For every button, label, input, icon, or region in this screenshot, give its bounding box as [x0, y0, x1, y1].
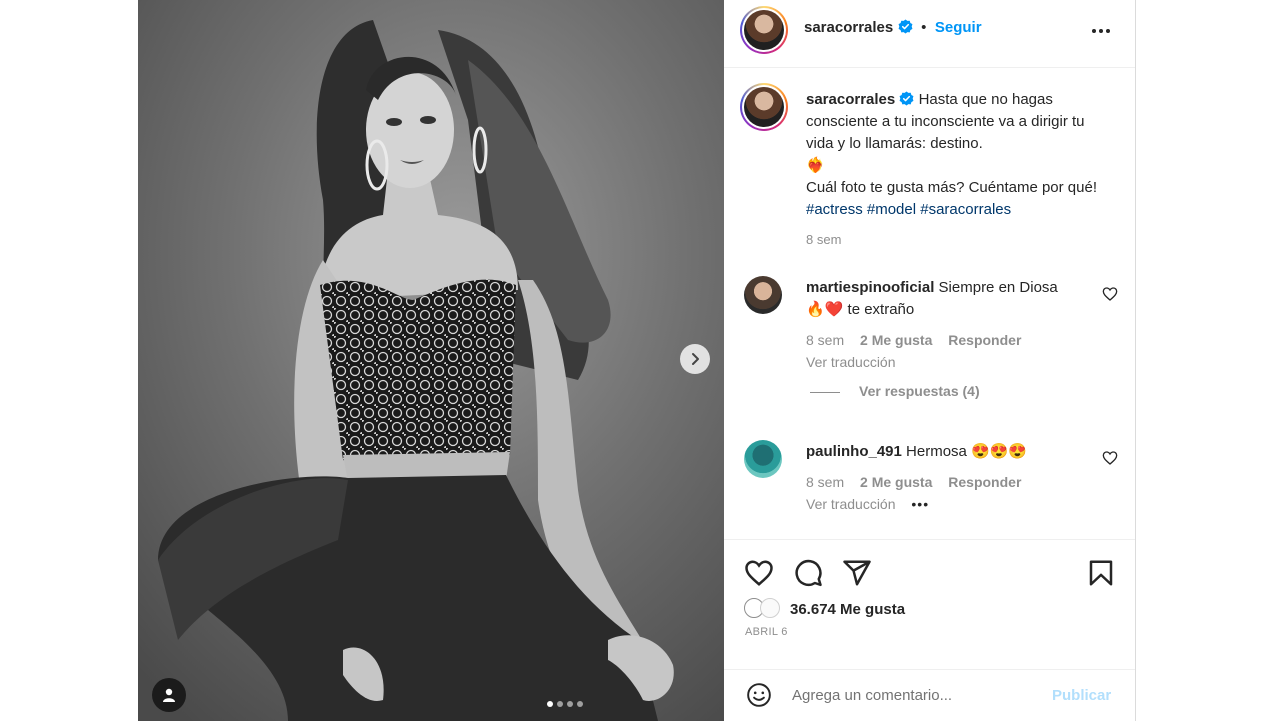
like-heart-icon[interactable] — [744, 558, 774, 588]
comment-bubble-icon[interactable] — [793, 558, 823, 588]
carousel-dot — [547, 701, 553, 707]
more-options-icon[interactable] — [1090, 20, 1112, 42]
caption-emoji: ❤️‍🔥 — [806, 157, 825, 174]
publish-button[interactable]: Publicar — [1052, 687, 1111, 704]
comment-emojis: 😍😍😍 — [971, 443, 1028, 460]
like-comment-heart-icon[interactable] — [1102, 450, 1118, 466]
caption-text: saracorrales Hasta que no hagas conscien… — [806, 89, 1106, 251]
header-separator: • — [921, 19, 927, 36]
translate-link[interactable]: Ver traducción — [806, 496, 896, 512]
commenter-username[interactable]: martiespinooficial — [806, 279, 934, 296]
verified-badge-icon — [899, 91, 914, 106]
commenter-avatar[interactable] — [744, 440, 782, 478]
post-photo[interactable] — [138, 0, 724, 721]
carousel-dots — [547, 701, 583, 707]
post-side-panel: saracorrales • Seguir saracorrales Hasta… — [724, 0, 1136, 721]
instagram-post-view: saracorrales • Seguir saracorrales Hasta… — [0, 0, 1280, 721]
caption-avatar[interactable] — [740, 83, 788, 131]
caption-time[interactable]: 8 sem — [806, 229, 1106, 251]
caption-username[interactable]: saracorrales — [806, 91, 895, 108]
comment-footer: Ver traducción ••• — [806, 493, 1096, 515]
comment-emojis: 🔥❤️ — [806, 301, 844, 318]
comment-text-continued: te extraño — [847, 301, 915, 318]
comment-meta: 8 sem 2 Me gusta Responder — [806, 471, 1096, 493]
hashtag-link[interactable]: #model — [867, 201, 916, 218]
liked-by-avatars[interactable] — [744, 598, 784, 618]
replies-divider — [810, 392, 840, 393]
comment-time[interactable]: 8 sem — [806, 474, 844, 490]
comment-body: martiespinooficial Siempre en Diosa 🔥❤️ … — [806, 277, 1096, 373]
comment-text: Hermosa — [906, 443, 967, 460]
comment-more-icon[interactable]: ••• — [911, 496, 929, 512]
tagged-users-button[interactable] — [152, 678, 186, 712]
comment-time[interactable]: 8 sem — [806, 332, 844, 348]
photo-illustration — [138, 0, 724, 721]
commenter-avatar[interactable] — [744, 276, 782, 314]
view-replies-button[interactable]: Ver respuestas (4) — [859, 383, 980, 399]
author-avatar[interactable] — [740, 6, 788, 54]
comment-input[interactable] — [792, 682, 1042, 708]
comment-text: Siempre en Diosa — [938, 279, 1058, 296]
comment-likes[interactable]: 2 Me gusta — [860, 332, 932, 348]
chevron-right-icon — [692, 353, 699, 365]
translate-link[interactable]: Ver traducción — [806, 351, 1096, 373]
caption-line-2: Cuál foto te gusta más? Cuéntame por qué… — [806, 179, 1098, 196]
reply-button[interactable]: Responder — [948, 332, 1021, 348]
carousel-dot — [557, 701, 563, 707]
likes-count[interactable]: 36.674 Me gusta — [790, 601, 905, 618]
carousel-dot — [567, 701, 573, 707]
add-comment-bar: Publicar — [724, 669, 1135, 721]
like-comment-heart-icon[interactable] — [1102, 286, 1118, 302]
author-username[interactable]: saracorrales — [804, 19, 893, 36]
follow-button[interactable]: Seguir — [935, 19, 982, 36]
share-send-icon[interactable] — [842, 558, 872, 588]
carousel-dot — [577, 701, 583, 707]
commenter-username[interactable]: paulinho_491 — [806, 443, 902, 460]
header-user-line: saracorrales • Seguir — [804, 19, 982, 37]
post-date[interactable]: ABRIL 6 — [745, 626, 788, 638]
hashtag-link[interactable]: #actress — [806, 201, 863, 218]
verified-badge-icon — [898, 19, 913, 34]
reply-button[interactable]: Responder — [948, 474, 1021, 490]
comment-likes[interactable]: 2 Me gusta — [860, 474, 932, 490]
post-header: saracorrales • Seguir — [724, 0, 1135, 68]
comment-meta: 8 sem 2 Me gusta Responder — [806, 329, 1096, 351]
comment-body: paulinho_491 Hermosa 😍😍😍 8 sem 2 Me gust… — [806, 441, 1096, 515]
hashtag-link[interactable]: #saracorrales — [920, 201, 1011, 218]
post-actions: 36.674 Me gusta ABRIL 6 — [724, 539, 1135, 651]
user-icon — [163, 688, 175, 702]
next-photo-button[interactable] — [680, 344, 710, 374]
save-bookmark-icon[interactable] — [1086, 558, 1116, 588]
emoji-picker-icon[interactable] — [746, 682, 772, 708]
